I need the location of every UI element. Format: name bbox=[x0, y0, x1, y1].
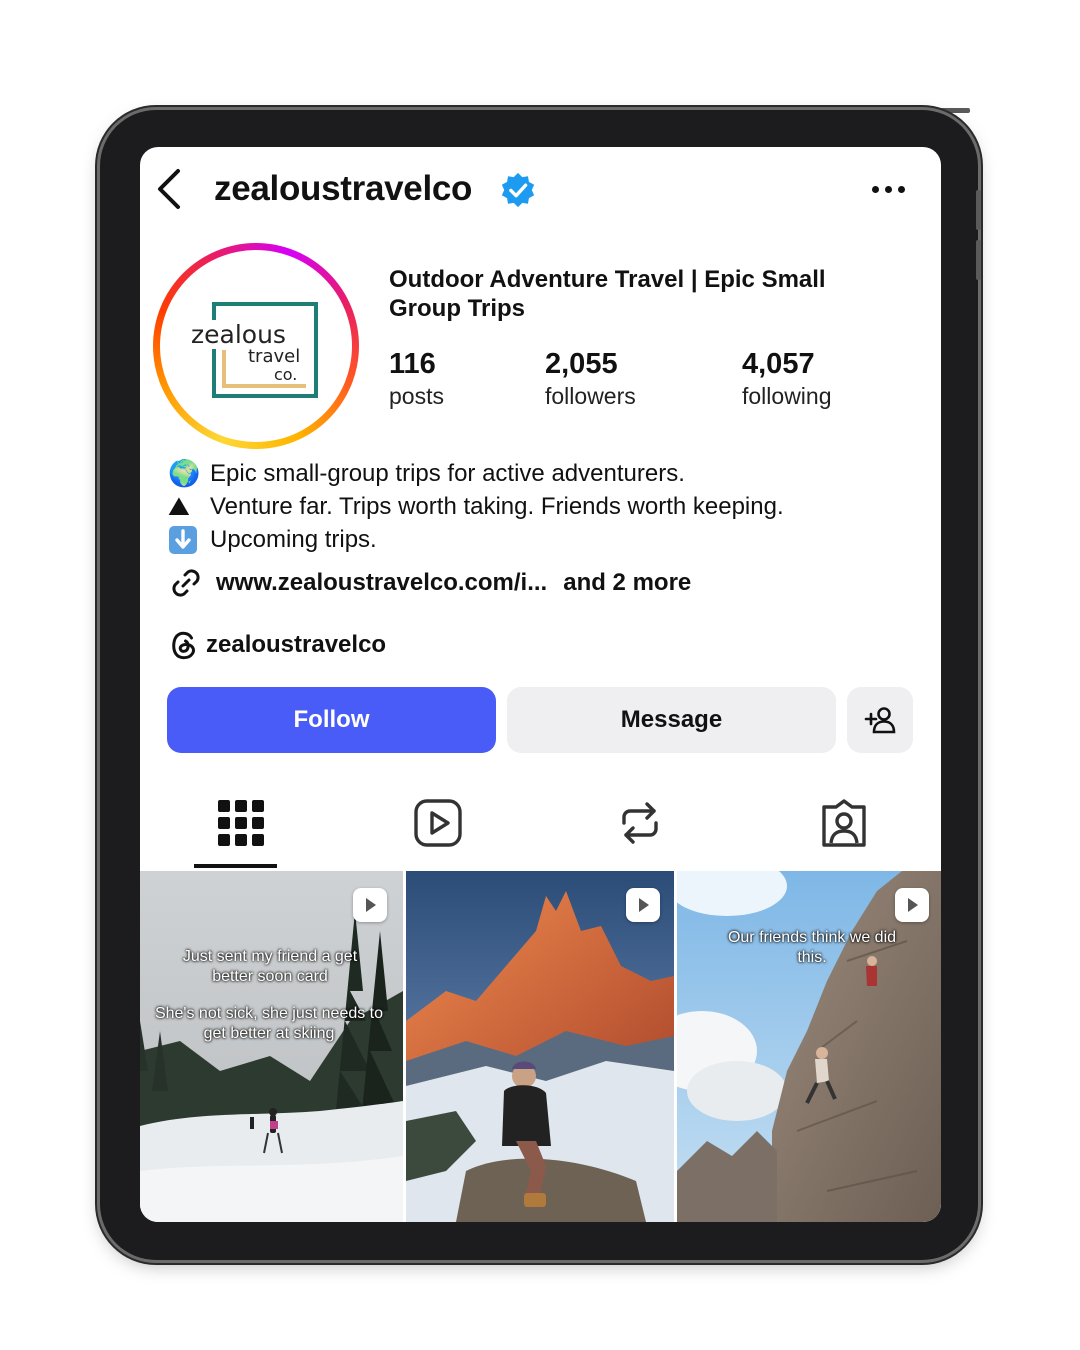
bio-line: Upcoming trips. bbox=[168, 523, 928, 556]
ski-slope-image bbox=[140, 871, 403, 1222]
reel-badge bbox=[353, 888, 387, 922]
reel-badge bbox=[895, 888, 929, 922]
back-button[interactable] bbox=[154, 167, 184, 211]
follow-button[interactable]: Follow bbox=[167, 687, 496, 753]
threads-icon bbox=[172, 631, 195, 660]
bio-line: 🌍 Epic small-group trips for active adve… bbox=[168, 457, 928, 490]
rock-climbing-image bbox=[677, 871, 941, 1222]
stat-posts[interactable]: 116 posts bbox=[389, 347, 444, 411]
logo-accent-line bbox=[222, 350, 226, 386]
reel-play-icon bbox=[908, 898, 918, 912]
more-options-button[interactable] bbox=[870, 183, 908, 197]
active-tab-indicator bbox=[194, 864, 277, 868]
reel-play-icon bbox=[366, 898, 376, 912]
stat-label: followers bbox=[545, 383, 636, 409]
device-volume-up-button bbox=[976, 190, 981, 230]
post-thumbnail[interactable]: Just sent my friend a get better soon ca… bbox=[140, 871, 403, 1222]
bio-link[interactable]: www.zealoustravelco.com/i... and 2 more bbox=[168, 565, 691, 601]
post-caption-overlay: She's not sick, she just needs to get be… bbox=[154, 1005, 384, 1042]
stat-following[interactable]: 4,057 following bbox=[742, 347, 832, 411]
threads-badge[interactable]: zealoustravelco bbox=[168, 629, 386, 661]
mountain-icon: ⛰ bbox=[168, 490, 190, 521]
display-name: Outdoor Adventure Travel | Epic Small Gr… bbox=[389, 266, 826, 322]
reels-icon bbox=[414, 799, 462, 847]
verified-badge-icon bbox=[501, 172, 535, 208]
stat-number: 2,055 bbox=[545, 348, 618, 380]
bio: 🌍 Epic small-group trips for active adve… bbox=[168, 457, 928, 556]
grid-icon bbox=[218, 800, 264, 846]
story-ring[interactable]: zealous travel co. bbox=[153, 243, 359, 449]
logo-accent-line bbox=[222, 384, 306, 388]
avatar: zealous travel co. bbox=[160, 250, 352, 442]
profile-screen: zealoustravelco zealous travel co. Outdo… bbox=[140, 147, 941, 1222]
stat-number: 116 bbox=[389, 348, 436, 380]
more-dot bbox=[885, 186, 892, 193]
profile-username: zealoustravelco bbox=[214, 169, 473, 208]
stat-number: 4,057 bbox=[742, 348, 815, 380]
post-thumbnail[interactable]: Our friends think we did this. bbox=[677, 871, 941, 1222]
more-dot bbox=[872, 186, 879, 193]
globe-icon: 🌍 bbox=[168, 458, 201, 488]
down-arrow-icon bbox=[168, 525, 202, 555]
add-user-icon bbox=[864, 707, 896, 734]
tab-reels[interactable] bbox=[412, 797, 464, 849]
chevron-left-icon bbox=[158, 169, 180, 209]
link-icon bbox=[172, 569, 200, 597]
mountain-peak-image bbox=[406, 871, 674, 1222]
link-more[interactable]: and 2 more bbox=[563, 569, 691, 597]
bio-text: Upcoming trips. bbox=[210, 525, 377, 553]
device-volume-down-button bbox=[976, 240, 981, 280]
link-url[interactable]: www.zealoustravelco.com/i... bbox=[216, 569, 547, 597]
post-grid: Just sent my friend a get better soon ca… bbox=[140, 871, 941, 1222]
reel-badge bbox=[626, 888, 660, 922]
tagged-icon bbox=[822, 799, 866, 847]
stat-followers[interactable]: 2,055 followers bbox=[545, 347, 636, 411]
bio-line: ⛰ Venture far. Trips worth taking. Frien… bbox=[168, 490, 928, 523]
more-dot bbox=[898, 186, 905, 193]
tab-posts[interactable] bbox=[215, 797, 267, 849]
logo-text-co: co. bbox=[274, 365, 298, 384]
post-caption-overlay: Our friends think we did this. bbox=[727, 929, 897, 966]
suggested-users-button[interactable] bbox=[847, 687, 913, 753]
post-caption-overlay: Just sent my friend a get better soon ca… bbox=[182, 948, 358, 985]
stat-label: posts bbox=[389, 383, 444, 409]
tab-reposts[interactable] bbox=[614, 797, 666, 849]
repost-icon bbox=[622, 802, 658, 844]
post-thumbnail[interactable] bbox=[406, 871, 674, 1222]
logo-text-travel: travel bbox=[248, 346, 301, 367]
reel-play-icon bbox=[639, 898, 649, 912]
threads-handle: zealoustravelco bbox=[206, 631, 387, 658]
bio-text: Venture far. Trips worth taking. Friends… bbox=[210, 492, 784, 520]
tab-tagged[interactable] bbox=[818, 797, 870, 849]
bio-text: Epic small-group trips for active advent… bbox=[210, 459, 685, 487]
message-button[interactable]: Message bbox=[507, 687, 836, 753]
logo-text-zealous: zealous bbox=[188, 320, 289, 349]
stat-label: following bbox=[742, 383, 832, 409]
